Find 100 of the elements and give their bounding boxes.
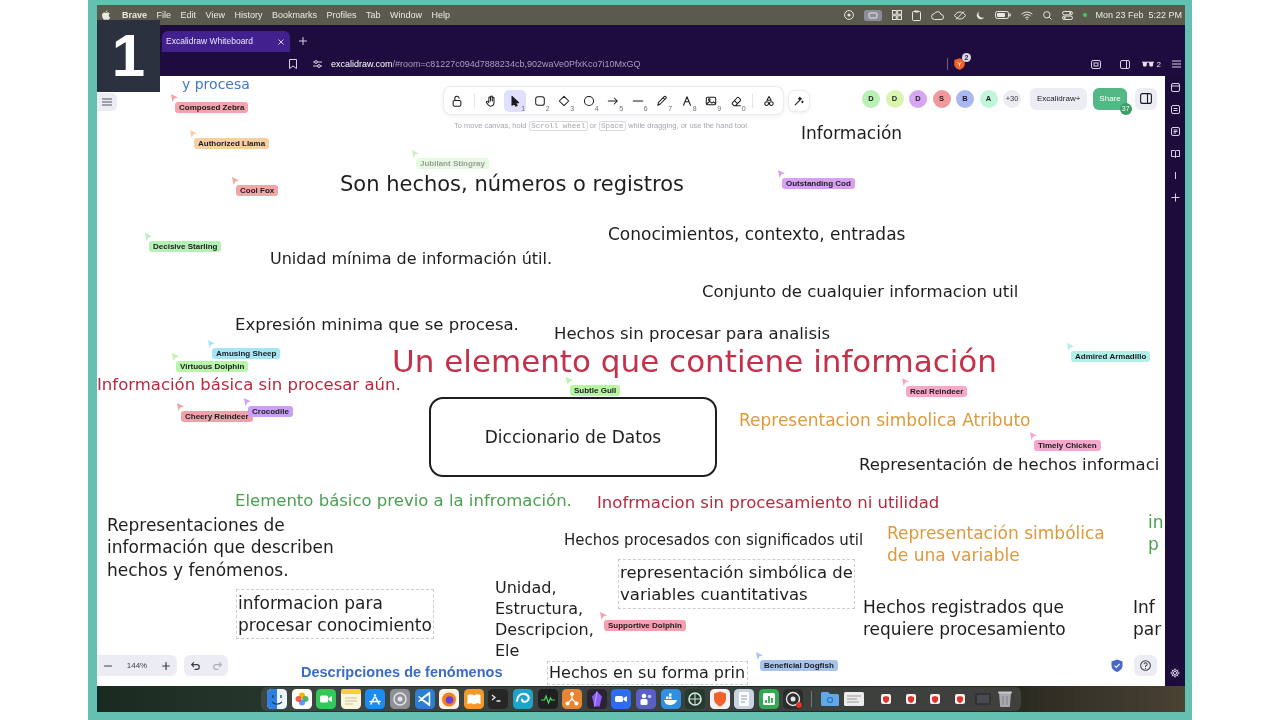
browser-tab[interactable]: Excalidraw Whiteboard xyxy=(162,31,290,52)
cursor-name-tag: Authorized Llama xyxy=(194,138,270,149)
settings-icon[interactable] xyxy=(1170,668,1180,678)
list-icon[interactable] xyxy=(1170,105,1180,114)
menu-icon[interactable] xyxy=(1172,60,1181,68)
image-icon xyxy=(705,94,718,107)
cursor-name-tag: Admired Armadillo xyxy=(1071,351,1151,362)
book-icon[interactable] xyxy=(1170,149,1180,158)
app-icon[interactable] xyxy=(463,689,484,709)
app-icon[interactable] xyxy=(586,689,607,709)
cursor-name-tag: Subtle Gull xyxy=(570,385,621,396)
canvas-text: Información básica sin procesar aún. xyxy=(97,374,401,394)
shield-tile-icon[interactable] xyxy=(881,694,892,704)
window-thumbnail-icon[interactable] xyxy=(974,693,991,705)
bookmark-icon[interactable] xyxy=(289,59,297,69)
panel-icon[interactable] xyxy=(1170,83,1180,92)
plus-icon[interactable] xyxy=(1170,193,1180,202)
laser-tool-button[interactable] xyxy=(789,91,809,111)
app-icon[interactable] xyxy=(635,689,656,709)
cloud-icon[interactable] xyxy=(931,10,945,20)
display-icon[interactable] xyxy=(864,9,883,21)
app-icon[interactable] xyxy=(267,689,287,709)
app-icon[interactable] xyxy=(316,689,337,709)
canvas-text: Elemento básico previo a la infromación. xyxy=(235,490,572,510)
app-icon[interactable] xyxy=(340,689,361,709)
canvas-text: y procesa xyxy=(182,76,250,93)
sliders-icon[interactable] xyxy=(313,60,322,68)
app-icon[interactable] xyxy=(758,689,779,709)
help-button[interactable] xyxy=(1134,655,1157,676)
cursor-name-tag: Beneficial Dogfish xyxy=(760,660,838,671)
app-icon[interactable] xyxy=(389,689,410,709)
cursor-name-tag: Crocodile xyxy=(248,406,293,417)
cursor-name-tag: Cheery Reindeer xyxy=(181,411,253,422)
menu-item[interactable]: Window xyxy=(390,9,422,21)
hand-icon xyxy=(484,94,497,107)
app-icon[interactable] xyxy=(611,689,632,709)
cursor-icon xyxy=(509,94,522,107)
sidebar-icon[interactable] xyxy=(1119,59,1130,69)
menu-item[interactable]: View xyxy=(205,9,225,21)
app-icon[interactable] xyxy=(439,689,460,709)
app-icon[interactable] xyxy=(685,689,706,709)
menu-item[interactable]: Bookmarks xyxy=(271,9,317,21)
window-icon[interactable] xyxy=(1090,59,1101,69)
app-icon[interactable] xyxy=(562,689,583,709)
app-icon[interactable] xyxy=(537,689,558,709)
glasses-icon[interactable] xyxy=(1141,61,1154,67)
battery-icon[interactable] xyxy=(995,11,1012,19)
menu-item[interactable]: Help xyxy=(431,9,450,21)
app-icon[interactable] xyxy=(365,689,386,709)
close-icon[interactable] xyxy=(278,38,284,45)
menu-item[interactable]: File xyxy=(156,9,172,21)
app-menu[interactable]: Brave xyxy=(122,9,148,21)
window-thumbnail-icon[interactable] xyxy=(844,689,865,709)
address-field[interactable]: excalidraw.com/#room=c81227c094d7888234cb,902waVe0PfxKco7i10MxGQ xyxy=(331,58,944,70)
profile-count: 2 xyxy=(1156,58,1161,70)
menu-item[interactable]: Tab xyxy=(365,9,381,21)
app-icon[interactable] xyxy=(783,689,804,709)
zoom-level-button[interactable]: 144% xyxy=(119,655,155,676)
menu-item[interactable]: Profiles xyxy=(326,9,357,21)
canvas-text: Representación simbólica de una variable xyxy=(887,521,1105,567)
canvas-text: Hechos registrados que requiere procesamiento xyxy=(863,595,1066,641)
app-icon[interactable] xyxy=(709,689,730,709)
wand-icon xyxy=(793,95,805,107)
excalidraw-plus-button[interactable]: Excalidraw+ xyxy=(1030,87,1088,110)
canvas-text: Representación de hechos informaci xyxy=(859,454,1160,474)
clipboard-icon[interactable] xyxy=(912,9,922,21)
eraser-icon xyxy=(729,94,742,107)
app-icon[interactable] xyxy=(512,689,533,709)
menu-bar-clock: 5:22 PM xyxy=(1148,9,1182,21)
arrow-icon xyxy=(607,94,620,107)
apple-icon[interactable] xyxy=(102,10,110,20)
shield-tile-icon[interactable] xyxy=(930,694,941,704)
app-icon[interactable] xyxy=(488,689,509,709)
shield-icon[interactable] xyxy=(954,58,965,70)
app-icon[interactable] xyxy=(660,689,681,709)
sidebar-icon xyxy=(1139,93,1152,104)
note-icon[interactable] xyxy=(1170,127,1180,136)
folder-icon[interactable] xyxy=(819,689,840,709)
box-label: Diccionario de Datos xyxy=(484,427,662,447)
redo-icon xyxy=(212,661,222,670)
eye-slash-icon[interactable] xyxy=(954,10,967,20)
wifi-icon[interactable] xyxy=(1021,10,1034,20)
search-icon[interactable] xyxy=(1043,10,1053,20)
app-icon[interactable] xyxy=(414,689,435,709)
canvas-text: representación simbólica de variables cuantitativas xyxy=(617,559,856,610)
plus-icon[interactable] xyxy=(299,37,307,45)
menu-item[interactable]: Edit xyxy=(180,9,197,21)
canvas-text: Hechos sin procesar para analisis xyxy=(554,323,831,343)
toggles-icon[interactable] xyxy=(1062,10,1074,20)
shield-tile-icon[interactable] xyxy=(905,694,916,704)
menu-item[interactable]: History xyxy=(234,9,263,21)
grid-icon[interactable] xyxy=(892,10,903,20)
diamond-icon xyxy=(558,94,571,107)
app-icon[interactable] xyxy=(291,689,312,709)
moon-icon[interactable] xyxy=(976,10,986,20)
app-icon[interactable] xyxy=(734,689,755,709)
canvas-text: Conjunto de cualquier informacion util xyxy=(702,281,1019,301)
sidebar-toggle-button[interactable] xyxy=(1134,87,1157,110)
shield-tile-icon[interactable] xyxy=(955,694,965,704)
circle-dot-icon[interactable] xyxy=(844,10,855,20)
